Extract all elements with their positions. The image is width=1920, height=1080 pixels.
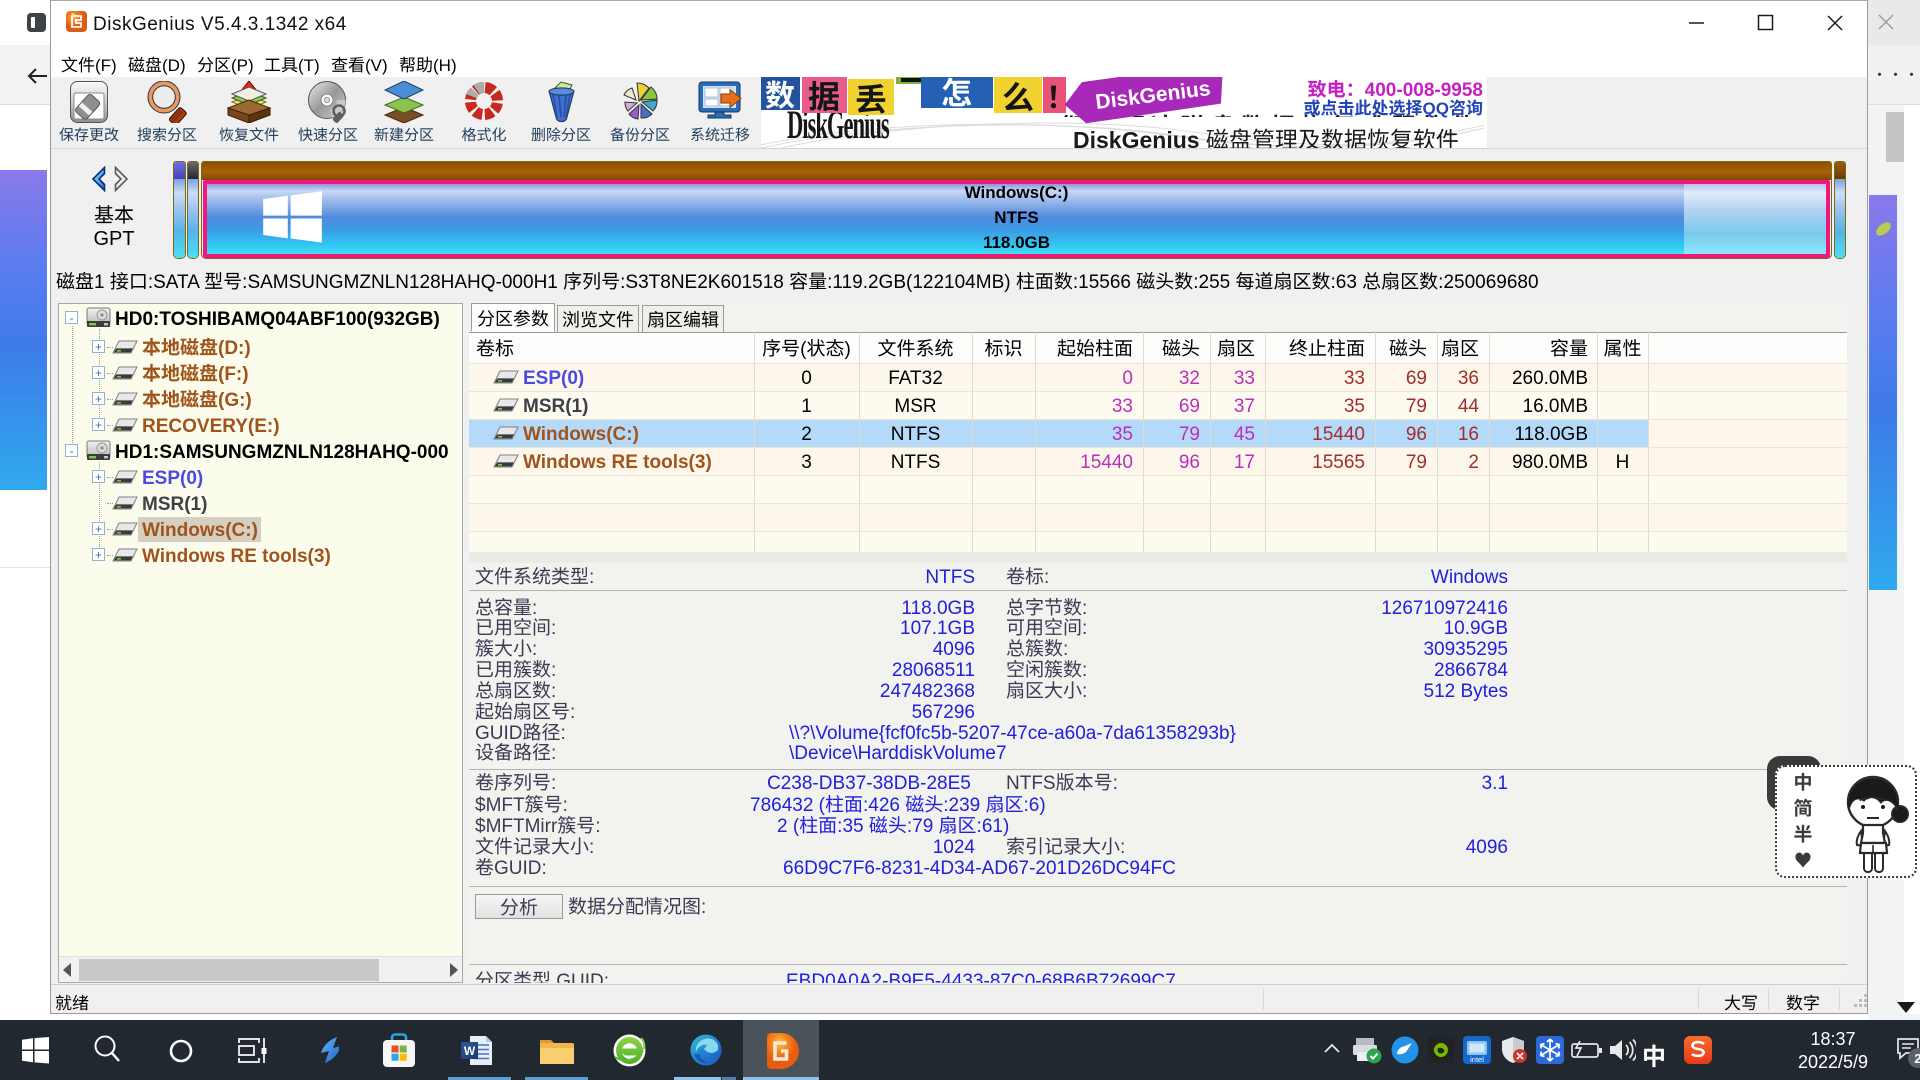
svg-text:W: W: [464, 1044, 476, 1058]
svg-text:intel: intel: [1470, 1055, 1484, 1064]
